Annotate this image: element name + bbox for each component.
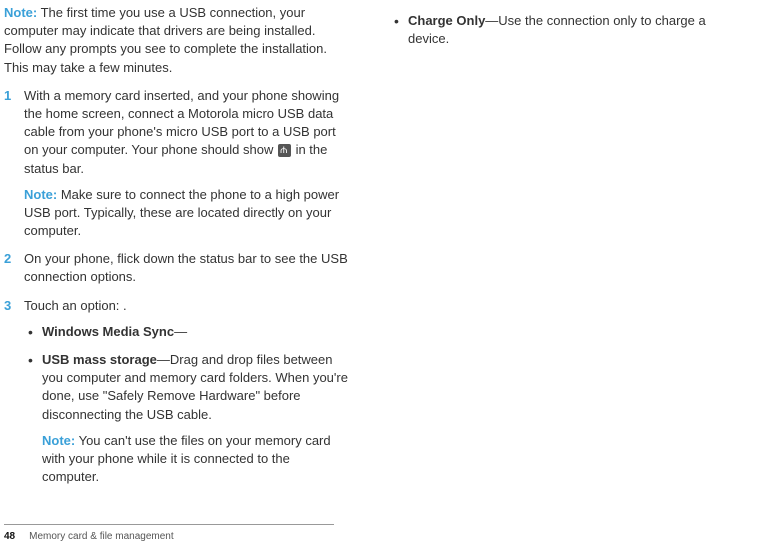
- option-note: Note: You can't use the files on your me…: [42, 432, 350, 487]
- steps-list: 1 With a memory card inserted, and your …: [4, 87, 350, 487]
- step-text: Touch an option: .: [24, 298, 127, 313]
- step-2: 2 On your phone, flick down the status b…: [4, 250, 350, 286]
- note-label: Note:: [24, 187, 57, 202]
- step-1: 1 With a memory card inserted, and your …: [4, 87, 350, 241]
- section-title: Memory card & file management: [29, 531, 174, 542]
- option-charge-only: Charge Only—Use the connection only to c…: [390, 12, 750, 48]
- option-title: Charge Only: [408, 13, 485, 28]
- intro-note-text: The first time you use a USB connection,…: [4, 5, 327, 75]
- option-usb-mass-storage: USB mass storage—Drag and drop files bet…: [24, 351, 350, 486]
- left-column: Note: The first time you use a USB conne…: [0, 4, 370, 496]
- intro-note: Note: The first time you use a USB conne…: [4, 4, 350, 77]
- options-list-continued: Charge Only—Use the connection only to c…: [390, 12, 750, 48]
- step-number: 3: [4, 297, 11, 315]
- step-text: On your phone, flick down the status bar…: [24, 251, 348, 284]
- note-text: Make sure to connect the phone to a high…: [24, 187, 339, 238]
- page-number: 48: [4, 531, 15, 542]
- option-tail: —: [174, 324, 187, 339]
- step-3: 3 Touch an option: . Windows Media Sync—…: [4, 297, 350, 487]
- note-label: Note:: [42, 433, 75, 448]
- option-title: Windows Media Sync: [42, 324, 174, 339]
- page: Note: The first time you use a USB conne…: [0, 0, 777, 496]
- note-label: Note:: [4, 5, 37, 20]
- step-1-note: Note: Make sure to connect the phone to …: [24, 186, 350, 241]
- option-title: USB mass storage: [42, 352, 157, 367]
- options-list: Windows Media Sync— USB mass storage—Dra…: [24, 323, 350, 487]
- step-number: 1: [4, 87, 11, 105]
- page-footer: 48 Memory card & file management: [4, 524, 334, 544]
- note-text: You can't use the files on your memory c…: [42, 433, 331, 484]
- option-windows-media-sync: Windows Media Sync—: [24, 323, 350, 341]
- step-number: 2: [4, 250, 11, 268]
- right-column: Charge Only—Use the connection only to c…: [370, 4, 760, 496]
- usb-icon: [278, 144, 291, 157]
